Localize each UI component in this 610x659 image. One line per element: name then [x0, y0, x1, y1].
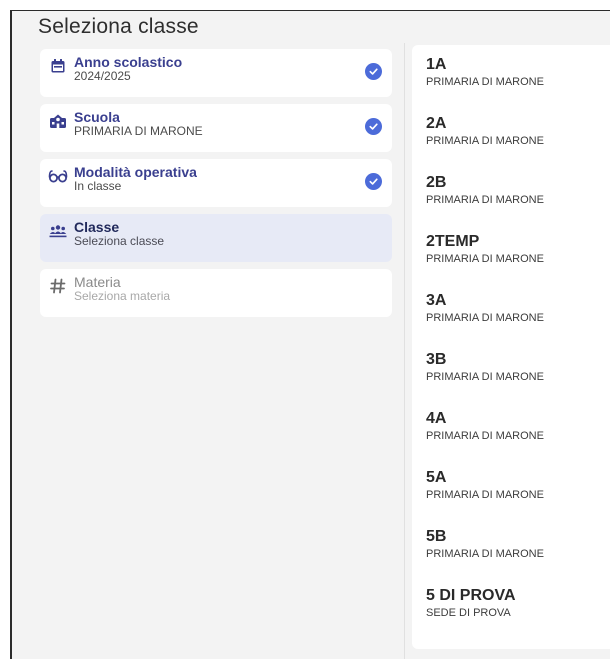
step-subtitle: PRIMARIA DI MARONE — [74, 124, 203, 138]
step-class[interactable]: Classe Seleziona classe — [40, 214, 392, 262]
step-subtitle: 2024/2025 — [74, 69, 131, 83]
class-name: 3A — [426, 292, 447, 309]
class-school: PRIMARIA DI MARONE — [426, 135, 544, 147]
step-school-year[interactable]: Anno scolastico 2024/2025 — [40, 49, 392, 97]
select-class-panel: Seleziona classe Anno scolastico 2024/20… — [10, 10, 610, 659]
class-item-2a[interactable]: 2A PRIMARIA DI MARONE — [426, 116, 610, 175]
group-icon — [48, 221, 68, 241]
step-title: Modalità operativa — [74, 164, 197, 180]
class-name: 3B — [426, 351, 447, 368]
page-title: Seleziona classe — [38, 15, 199, 38]
class-school: PRIMARIA DI MARONE — [426, 76, 544, 88]
class-name: 4A — [426, 410, 447, 427]
class-item-5-di-prova[interactable]: 5 DI PROVA SEDE DI PROVA — [426, 588, 610, 647]
step-operating-mode[interactable]: Modalità operativa In classe — [40, 159, 392, 207]
class-school: PRIMARIA DI MARONE — [426, 194, 544, 206]
divider — [404, 43, 405, 659]
class-item-3b[interactable]: 3B PRIMARIA DI MARONE — [426, 352, 610, 411]
class-name: 5 DI PROVA — [426, 587, 516, 604]
class-school: PRIMARIA DI MARONE — [426, 312, 544, 324]
class-name: 5A — [426, 469, 447, 486]
step-subtitle: In classe — [74, 179, 122, 193]
class-name: 1A — [426, 56, 447, 73]
class-school: PRIMARIA DI MARONE — [426, 548, 544, 560]
school-icon — [48, 111, 68, 131]
class-item-2temp[interactable]: 2TEMP PRIMARIA DI MARONE — [426, 234, 610, 293]
wizard-steps: Anno scolastico 2024/2025 Scuola PRIMARI… — [40, 49, 392, 324]
check-circle-icon — [365, 173, 382, 190]
step-subtitle: Seleziona classe — [74, 234, 165, 248]
step-title: Scuola — [74, 109, 120, 125]
step-title: Classe — [74, 219, 120, 235]
class-item-4a[interactable]: 4A PRIMARIA DI MARONE — [426, 411, 610, 470]
class-item-2b[interactable]: 2B PRIMARIA DI MARONE — [426, 175, 610, 234]
check-circle-icon — [365, 63, 382, 80]
class-school: PRIMARIA DI MARONE — [426, 430, 544, 442]
class-school: SEDE DI PROVA — [426, 607, 511, 619]
hash-icon — [48, 276, 68, 296]
class-item-5a[interactable]: 5A PRIMARIA DI MARONE — [426, 470, 610, 529]
class-item-3a[interactable]: 3A PRIMARIA DI MARONE — [426, 293, 610, 352]
class-name: 5B — [426, 528, 447, 545]
check-circle-icon — [365, 118, 382, 135]
class-school: PRIMARIA DI MARONE — [426, 253, 544, 265]
step-title: Materia — [74, 274, 121, 290]
class-item-5b[interactable]: 5B PRIMARIA DI MARONE — [426, 529, 610, 588]
class-list: 1A PRIMARIA DI MARONE 2A PRIMARIA DI MAR… — [412, 45, 610, 649]
step-title: Anno scolastico — [74, 54, 183, 70]
class-school: PRIMARIA DI MARONE — [426, 489, 544, 501]
class-name: 2A — [426, 115, 447, 132]
step-school[interactable]: Scuola PRIMARIA DI MARONE — [40, 104, 392, 152]
calendar-icon — [48, 56, 68, 76]
step-subtitle: Seleziona materia — [74, 289, 171, 303]
class-item-1a[interactable]: 1A PRIMARIA DI MARONE — [426, 57, 610, 116]
glasses-icon — [48, 166, 68, 186]
class-name: 2B — [426, 174, 447, 191]
step-subject: Materia Seleziona materia — [40, 269, 392, 317]
class-name: 2TEMP — [426, 233, 480, 250]
class-school: PRIMARIA DI MARONE — [426, 371, 544, 383]
